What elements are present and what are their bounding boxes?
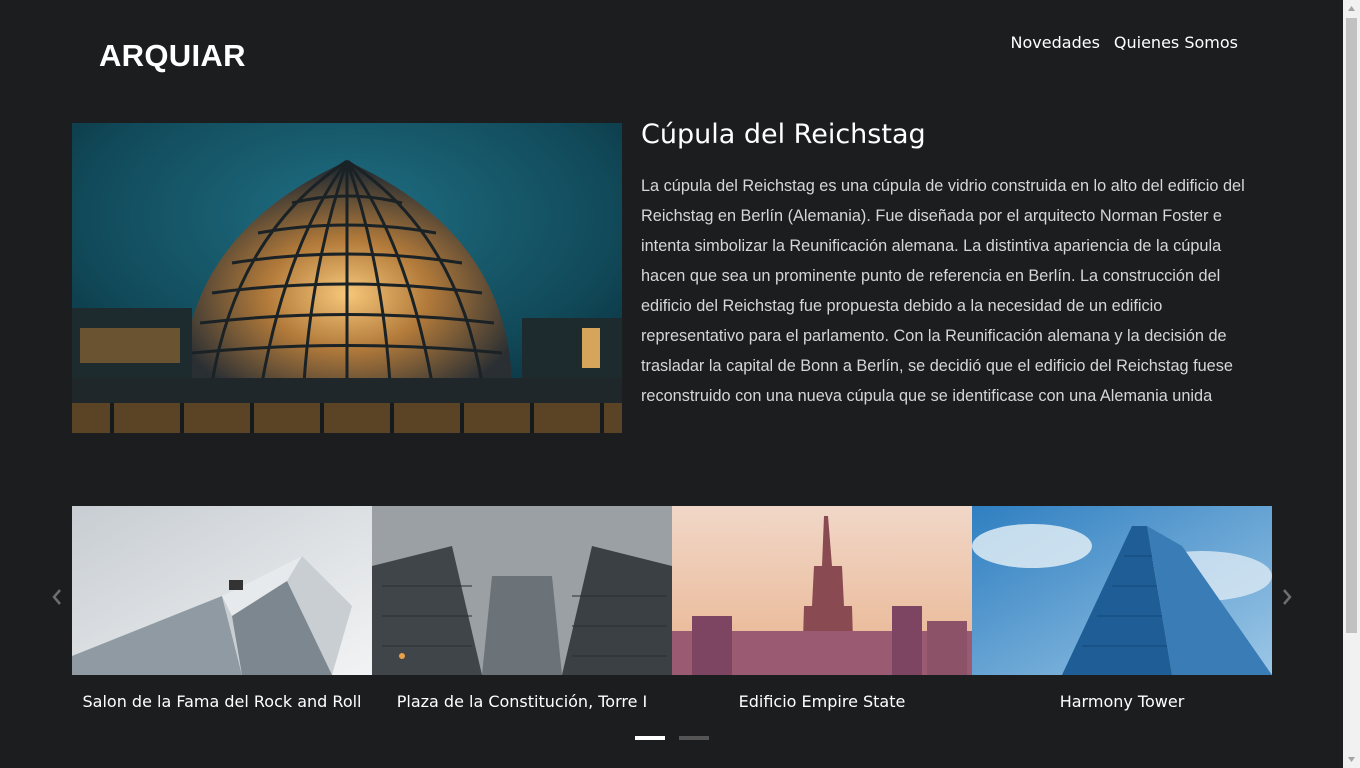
carousel-card[interactable]: Edificio Empire State: [672, 506, 972, 716]
scroll-up-icon[interactable]: [1347, 4, 1356, 13]
site-logo[interactable]: ARQUIAR: [99, 38, 246, 74]
site-header: ARQUIAR Novedades Quienes Somos: [0, 0, 1343, 100]
carousel-card-caption: Harmony Tower: [1059, 692, 1185, 711]
carousel-card[interactable]: Plaza de la Constitución, Torre I: [372, 506, 672, 716]
carousel-card[interactable]: Harmony Tower: [972, 506, 1272, 716]
carousel-indicator-1[interactable]: [635, 736, 665, 740]
chevron-left-icon: [52, 589, 61, 605]
nav-link-novedades[interactable]: Novedades: [1011, 33, 1100, 52]
carousel-prev-button[interactable]: [50, 586, 64, 608]
carousel-card-image: [72, 506, 372, 675]
featured-description: La cúpula del Reichstag es una cúpula de…: [641, 177, 1245, 405]
carousel-card-caption: Plaza de la Constitución, Torre I: [396, 692, 648, 711]
carousel: Salon de la Fama del Rock and Roll Plaza…: [72, 506, 1272, 716]
nav-link-quienes-somos[interactable]: Quienes Somos: [1114, 33, 1238, 52]
carousel-card-caption: Salon de la Fama del Rock and Roll: [82, 692, 362, 711]
featured-title: Cúpula del Reichstag: [641, 119, 926, 150]
carousel-indicator-2[interactable]: [679, 736, 709, 740]
carousel-card[interactable]: Salon de la Fama del Rock and Roll: [72, 506, 372, 716]
scroll-down-icon[interactable]: [1347, 755, 1356, 764]
chevron-right-icon: [1283, 589, 1292, 605]
carousel-card-caption: Edificio Empire State: [738, 692, 906, 711]
carousel-card-image: [372, 506, 672, 675]
page-scrollbar[interactable]: [1343, 0, 1360, 768]
main-nav: Novedades Quienes Somos: [1011, 33, 1238, 52]
carousel-card-image: [972, 506, 1272, 675]
carousel-card-image: [672, 506, 972, 675]
carousel-next-button[interactable]: [1280, 586, 1294, 608]
scrollbar-thumb[interactable]: [1346, 18, 1357, 633]
featured-image: [72, 123, 622, 433]
carousel-indicators: [635, 736, 709, 740]
